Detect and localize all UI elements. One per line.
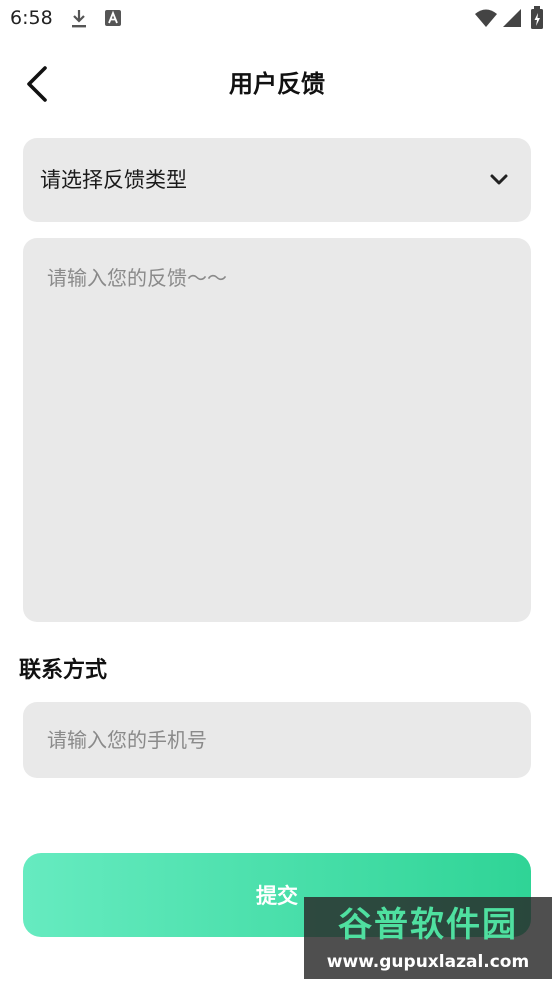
status-bar: 6:58 [0,0,554,36]
wifi-icon [475,9,497,27]
download-icon [72,10,86,28]
feedback-type-label: 请选择反馈类型 [40,168,187,192]
feedback-type-select[interactable]: 请选择反馈类型 [23,138,531,222]
status-time: 6:58 [10,7,53,29]
watermark-logo: 谷普软件园 www.gupuxlazal.com [304,897,552,979]
contact-heading: 联系方式 [19,658,108,683]
text-a-icon [105,10,121,26]
watermark-url: www.gupuxlazal.com [326,952,530,972]
phone-input[interactable] [23,702,531,778]
watermark-title: 谷普软件园 [338,905,518,945]
chevron-down-icon [490,174,508,185]
page-title: 用户反馈 [229,70,325,98]
signal-icon [503,9,521,27]
battery-icon [531,6,543,29]
feedback-textarea[interactable] [23,238,531,622]
